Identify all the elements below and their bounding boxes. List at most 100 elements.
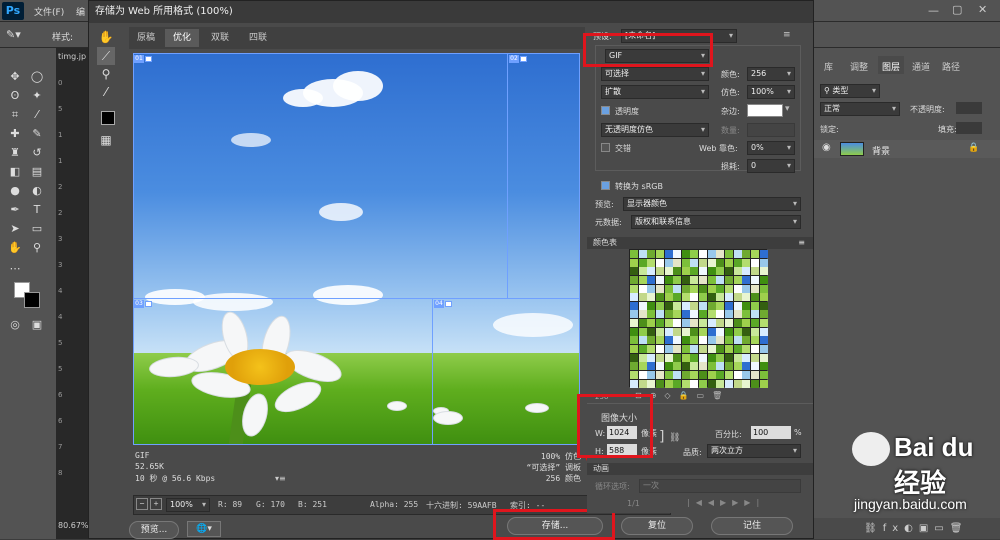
color-swatch[interactable] bbox=[673, 267, 682, 276]
color-swatch[interactable] bbox=[681, 293, 690, 302]
loop-select[interactable]: 一次 bbox=[639, 479, 801, 493]
color-swatch[interactable] bbox=[759, 267, 768, 276]
color-swatch[interactable] bbox=[716, 336, 725, 345]
browser-select[interactable]: 🌐▾ bbox=[187, 521, 221, 537]
color-swatch[interactable] bbox=[647, 345, 656, 354]
color-swatch[interactable] bbox=[673, 345, 682, 354]
color-swatch[interactable] bbox=[716, 370, 725, 379]
zoom-out-button[interactable]: − bbox=[136, 498, 148, 510]
color-swatch[interactable] bbox=[638, 379, 647, 388]
color-swatch[interactable] bbox=[647, 379, 656, 388]
color-swatch[interactable] bbox=[750, 250, 759, 258]
color-swatch[interactable] bbox=[733, 310, 742, 319]
color-swatch[interactable] bbox=[655, 336, 664, 345]
opacity-input[interactable] bbox=[956, 102, 982, 114]
color-swatch[interactable] bbox=[750, 267, 759, 276]
color-swatch[interactable] bbox=[638, 336, 647, 345]
tab-original[interactable]: 原稿 bbox=[129, 29, 163, 47]
color-swatch[interactable] bbox=[707, 327, 716, 336]
color-swatch[interactable] bbox=[716, 319, 725, 328]
color-swatch[interactable] bbox=[716, 284, 725, 293]
restore-button[interactable]: ▢ bbox=[952, 3, 962, 16]
color-swatch[interactable] bbox=[699, 250, 708, 258]
color-swatch[interactable] bbox=[759, 258, 768, 267]
history-brush-icon[interactable]: ↺ bbox=[30, 146, 44, 159]
color-swatch[interactable] bbox=[630, 379, 638, 388]
color-swatch[interactable] bbox=[681, 336, 690, 345]
color-swatch[interactable] bbox=[699, 293, 708, 302]
color-swatch[interactable] bbox=[725, 319, 734, 328]
color-swatch[interactable] bbox=[681, 379, 690, 388]
color-swatch[interactable] bbox=[759, 370, 768, 379]
color-swatch[interactable] bbox=[716, 267, 725, 276]
color-swatch[interactable] bbox=[630, 336, 638, 345]
stamp-tool-icon[interactable]: ♜ bbox=[8, 146, 22, 159]
color-swatch[interactable] bbox=[725, 345, 734, 354]
color-swatch[interactable] bbox=[759, 310, 768, 319]
color-swatch[interactable] bbox=[707, 250, 716, 258]
chain-link-icon[interactable]: ⛓ bbox=[669, 433, 680, 443]
color-swatch[interactable] bbox=[673, 370, 682, 379]
color-swatch[interactable] bbox=[673, 293, 682, 302]
color-swatch[interactable] bbox=[716, 379, 725, 388]
color-swatch[interactable] bbox=[673, 258, 682, 267]
color-swatch[interactable] bbox=[699, 345, 708, 354]
color-swatch[interactable] bbox=[750, 293, 759, 302]
color-swatch[interactable] bbox=[733, 370, 742, 379]
percent-input[interactable]: 100 bbox=[751, 426, 791, 439]
color-swatch[interactable] bbox=[638, 284, 647, 293]
hand-tool-icon[interactable]: ✋ bbox=[8, 241, 22, 254]
color-swatch[interactable] bbox=[759, 345, 768, 354]
menu-edit[interactable]: 编 bbox=[76, 5, 85, 18]
color-swatch[interactable] bbox=[664, 362, 673, 371]
color-swatch[interactable] bbox=[647, 327, 656, 336]
convert-srgb-checkbox[interactable] bbox=[601, 181, 610, 190]
color-swatch[interactable] bbox=[707, 362, 716, 371]
fill-input[interactable] bbox=[956, 122, 982, 134]
color-swatch[interactable] bbox=[707, 345, 716, 354]
color-swatch[interactable] bbox=[638, 310, 647, 319]
color-swatch[interactable] bbox=[673, 275, 682, 284]
optimized-image-preview[interactable]: 01 02 03 04 bbox=[133, 53, 580, 445]
layer-row-background[interactable]: ◉ 背景 🔒 bbox=[814, 140, 1000, 158]
color-swatch[interactable] bbox=[742, 258, 751, 267]
menu-file[interactable]: 文件(F) bbox=[34, 5, 64, 18]
color-swatch[interactable] bbox=[673, 301, 682, 310]
color-swatch[interactable] bbox=[655, 267, 664, 276]
color-swatch[interactable] bbox=[742, 319, 751, 328]
color-swatch[interactable] bbox=[707, 310, 716, 319]
color-swatch[interactable] bbox=[664, 275, 673, 284]
color-swatch[interactable] bbox=[699, 319, 708, 328]
color-swatch[interactable] bbox=[681, 310, 690, 319]
healing-tool-icon[interactable]: ✚ bbox=[8, 127, 22, 140]
color-swatch[interactable] bbox=[707, 319, 716, 328]
color-swatch[interactable] bbox=[647, 267, 656, 276]
zoom-in-button[interactable]: + bbox=[150, 498, 162, 510]
color-swatch[interactable] bbox=[699, 310, 708, 319]
color-swatch[interactable] bbox=[699, 284, 708, 293]
color-swatch[interactable] bbox=[664, 353, 673, 362]
color-swatch[interactable] bbox=[716, 293, 725, 302]
color-swatch[interactable] bbox=[716, 258, 725, 267]
color-swatch[interactable] bbox=[725, 327, 734, 336]
color-swatch[interactable] bbox=[733, 284, 742, 293]
layer-kind-filter[interactable]: ⚲ 类型 bbox=[820, 84, 880, 98]
color-swatch[interactable] bbox=[681, 267, 690, 276]
color-swatch[interactable] bbox=[647, 319, 656, 328]
color-swatch[interactable] bbox=[655, 345, 664, 354]
color-swatch[interactable] bbox=[690, 267, 699, 276]
color-swatch[interactable] bbox=[733, 319, 742, 328]
color-swatch[interactable] bbox=[638, 327, 647, 336]
color-swatch[interactable] bbox=[725, 284, 734, 293]
color-swatch[interactable] bbox=[630, 362, 638, 371]
blend-mode-select[interactable]: 正常 bbox=[820, 102, 900, 116]
color-swatch[interactable] bbox=[630, 267, 638, 276]
quick-mask-icon[interactable]: ◎ bbox=[8, 318, 22, 331]
color-swatch[interactable] bbox=[733, 267, 742, 276]
color-swatch[interactable] bbox=[681, 284, 690, 293]
color-swatch[interactable] bbox=[733, 327, 742, 336]
color-swatch[interactable] bbox=[742, 336, 751, 345]
color-swatch[interactable] bbox=[681, 319, 690, 328]
color-swatch[interactable] bbox=[664, 284, 673, 293]
eraser-tool-icon[interactable]: ◧ bbox=[8, 165, 22, 178]
